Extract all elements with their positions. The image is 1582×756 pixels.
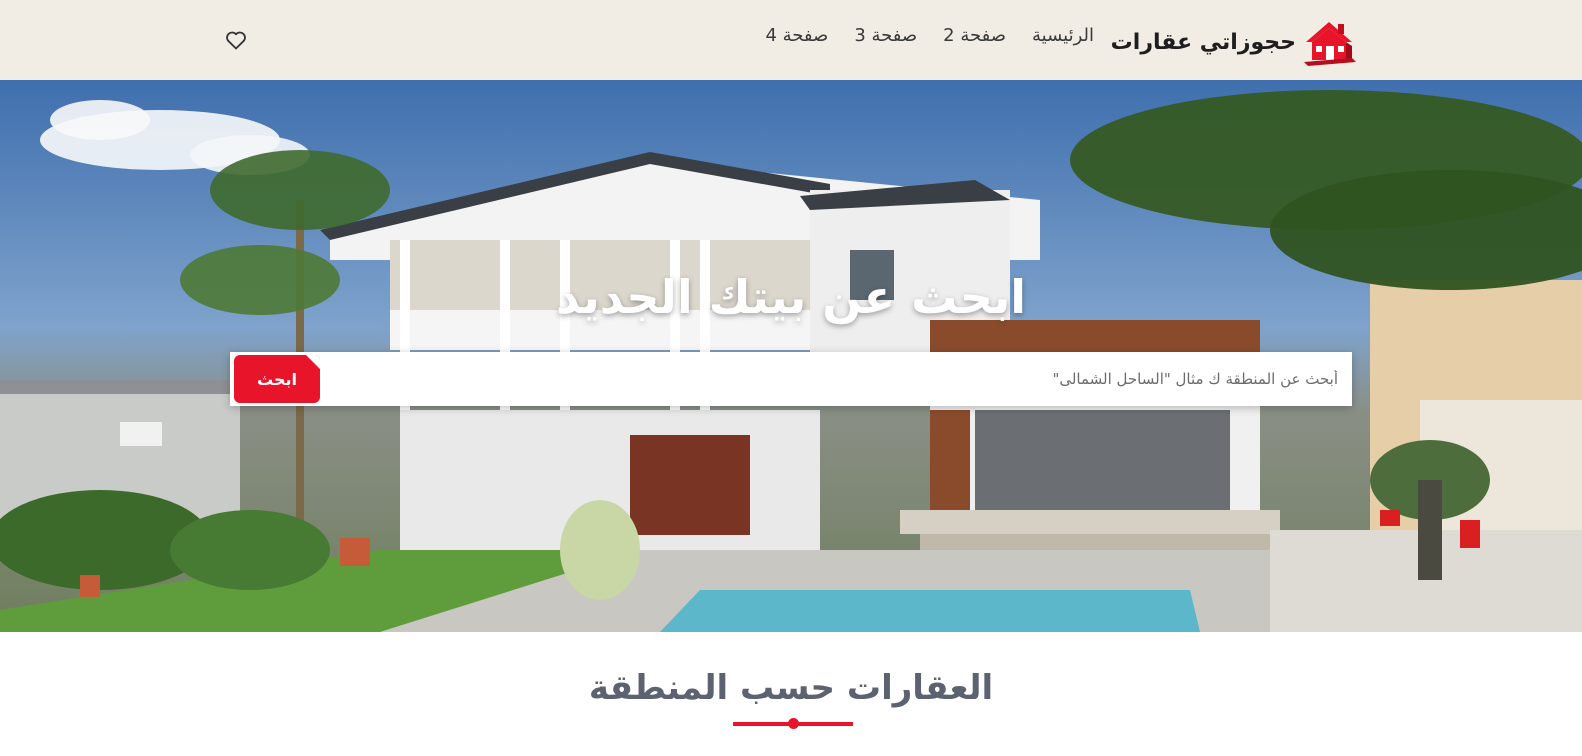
- nav-item-page-2[interactable]: صفحة 2: [943, 25, 1006, 46]
- title-underline-dot: [788, 718, 799, 729]
- brand[interactable]: حجوزاتي عقارات: [1111, 18, 1356, 66]
- hero-banner: ابحث عن بيتك الجديد ابحث: [0, 80, 1582, 632]
- heart-icon[interactable]: [224, 28, 248, 52]
- section-title: العقارات حسب المنطقة: [588, 668, 994, 708]
- search-bar: ابحث: [230, 352, 1352, 406]
- house-logo-icon: [1304, 22, 1356, 66]
- main-nav: الرئيسية صفحة 2 صفحة 3 صفحة 4: [765, 25, 1094, 46]
- nav-item-home[interactable]: الرئيسية: [1032, 25, 1094, 46]
- nav-item-page-3[interactable]: صفحة 3: [854, 25, 917, 46]
- search-button-label: ابحث: [257, 369, 297, 389]
- brand-name: حجوزاتي عقارات: [1110, 29, 1296, 55]
- search-input[interactable]: [332, 352, 1352, 406]
- button-corner-fold: [306, 355, 320, 369]
- nav-item-page-4[interactable]: صفحة 4: [765, 25, 828, 46]
- search-button[interactable]: ابحث: [234, 355, 320, 403]
- site-header: حجوزاتي عقارات الرئيسية صفحة 2 صفحة 3 صف…: [0, 0, 1582, 80]
- hero-title: ابحث عن بيتك الجديد: [555, 270, 1027, 324]
